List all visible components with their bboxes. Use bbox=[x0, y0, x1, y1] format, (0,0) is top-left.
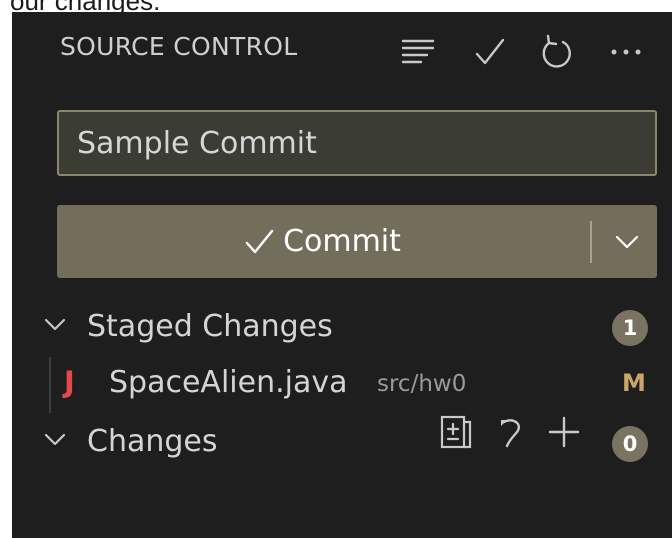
discard-icon[interactable] bbox=[491, 412, 531, 452]
staged-changes-header[interactable]: Staged Changes 1 bbox=[12, 302, 672, 356]
file-path: src/hw0 bbox=[377, 371, 467, 397]
commit-button-group: Commit bbox=[57, 205, 657, 278]
source-control-panel: SOURCE CONTROL Sample Commit Commit Stag… bbox=[12, 12, 672, 538]
panel-title: SOURCE CONTROL bbox=[60, 32, 298, 61]
changes-label: Changes bbox=[87, 424, 218, 459]
view-as-list-icon[interactable] bbox=[398, 32, 438, 72]
changes-count-badge: 0 bbox=[612, 426, 648, 462]
chevron-down-icon bbox=[44, 433, 66, 446]
staged-count-badge: 1 bbox=[612, 310, 648, 346]
stage-all-icon[interactable] bbox=[544, 412, 584, 452]
refresh-icon[interactable] bbox=[537, 32, 577, 72]
indent-guide bbox=[49, 357, 51, 413]
java-file-icon: J bbox=[64, 365, 75, 399]
staged-changes-label: Staged Changes bbox=[87, 309, 333, 344]
commit-message-input[interactable]: Sample Commit bbox=[57, 110, 657, 176]
file-name: SpaceAlien.java bbox=[109, 365, 348, 400]
staged-file-row[interactable]: J SpaceAlien.java src/hw0 M bbox=[12, 357, 672, 413]
check-icon bbox=[245, 229, 274, 253]
chevron-down-icon bbox=[44, 318, 66, 331]
commit-button-divider bbox=[590, 221, 592, 263]
chevron-down-icon bbox=[615, 235, 639, 248]
commit-dropdown-button[interactable] bbox=[597, 205, 657, 278]
open-changes-icon[interactable] bbox=[436, 412, 476, 452]
more-actions-icon[interactable] bbox=[606, 32, 646, 72]
commit-message-text: Sample Commit bbox=[77, 125, 317, 161]
commit-button-label: Commit bbox=[283, 224, 401, 259]
panel-header: SOURCE CONTROL bbox=[12, 12, 672, 90]
commit-check-icon[interactable] bbox=[470, 32, 510, 72]
file-status-modified: M bbox=[622, 369, 646, 397]
commit-button[interactable]: Commit bbox=[57, 205, 589, 278]
